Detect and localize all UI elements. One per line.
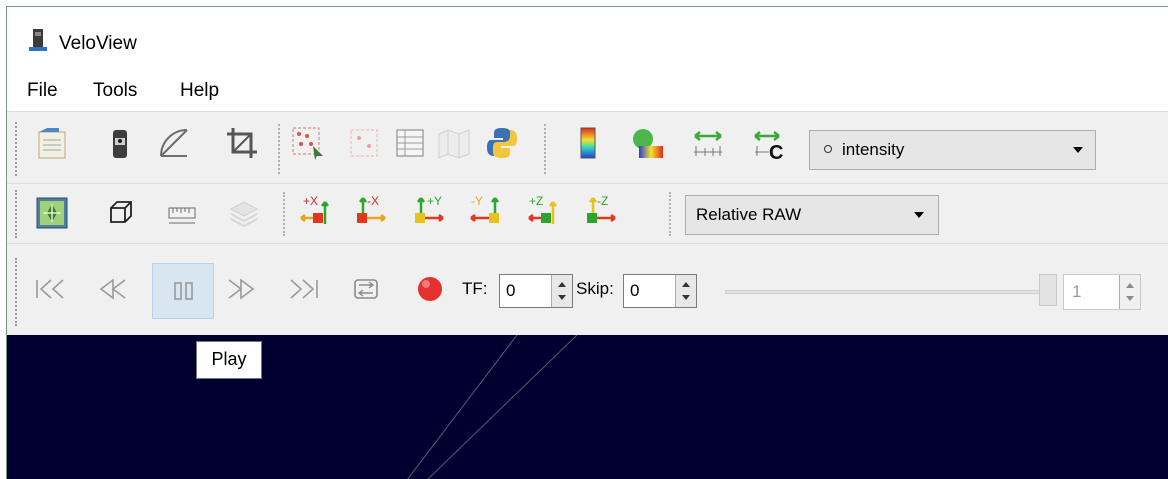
veloview-app-icon <box>29 29 47 51</box>
menu-file[interactable]: File <box>27 80 58 102</box>
measurement-tool-icon[interactable] <box>157 126 191 160</box>
rescale-custom-range-icon[interactable]: C <box>753 126 787 160</box>
up-down-arrows-icon <box>682 282 690 300</box>
select-points-icon[interactable] <box>291 126 325 160</box>
rescale-color-range-icon[interactable] <box>631 126 665 160</box>
scalar-array-combo[interactable]: intensity <box>809 130 1096 170</box>
title-bar: VeloView <box>7 7 1168 69</box>
render-viewport[interactable] <box>7 334 1168 479</box>
skip-stepper-buttons[interactable] <box>675 275 696 307</box>
axis-arrows-icon <box>300 201 329 224</box>
view-plus-z-button[interactable]: +Z <box>527 194 561 228</box>
toolbar-separator <box>283 192 289 236</box>
color-map-editor-icon[interactable] <box>571 126 605 160</box>
record-icon[interactable] <box>413 272 447 306</box>
toolbar-separator <box>278 124 284 174</box>
tf-label: TF: <box>462 279 488 298</box>
layers-icon[interactable] <box>227 196 261 230</box>
toolbar-grip[interactable] <box>15 122 21 176</box>
reset-camera-icon[interactable] <box>35 196 69 230</box>
axis-arrows-icon <box>470 197 499 223</box>
frame-stepper-buttons[interactable] <box>1119 275 1140 309</box>
main-window: VeloView File Tools Help C intensity +X … <box>6 6 1168 479</box>
seek-backward-icon[interactable] <box>95 272 129 306</box>
menu-bar: File Tools Help <box>7 75 1168 109</box>
point-cloud-lines <box>407 334 578 479</box>
python-shell-icon[interactable] <box>485 126 519 160</box>
window-title: VeloView <box>59 33 137 54</box>
seek-forward-icon[interactable] <box>225 272 259 306</box>
view-minus-x-button[interactable]: -X <box>355 194 389 228</box>
toolbar-grip[interactable] <box>15 258 21 326</box>
first-frame-icon[interactable] <box>33 272 67 306</box>
scalar-array-value: intensity <box>842 140 905 159</box>
menu-tools[interactable]: Tools <box>93 80 137 102</box>
play-button[interactable] <box>152 263 214 319</box>
tf-value: 0 <box>506 281 516 300</box>
toolbar-separator <box>669 192 675 236</box>
ruler-icon[interactable] <box>165 196 199 230</box>
menu-help[interactable]: Help <box>180 80 219 102</box>
frame-value: 1 <box>1072 282 1082 301</box>
last-frame-icon[interactable] <box>287 272 321 306</box>
view-minus-z-button[interactable]: -Z <box>585 194 619 228</box>
frame-slider-handle[interactable] <box>1039 274 1057 306</box>
frame-slider[interactable] <box>725 274 1057 306</box>
rescale-to-data-range-icon[interactable] <box>691 126 725 160</box>
skip-label: Skip: <box>576 279 614 298</box>
interpreter-mode-value: Relative RAW <box>696 205 802 224</box>
toolbar-separator <box>544 124 550 174</box>
chevron-down-icon <box>914 212 924 218</box>
view-plus-x-button[interactable]: +X <box>299 194 333 228</box>
view-minus-y-button[interactable]: -Y <box>469 194 503 228</box>
playback-toolbar: TF: 0 Skip: 0 1 <box>7 243 1168 335</box>
tf-spinbox[interactable]: 0 <box>499 274 573 308</box>
frame-spinbox[interactable]: 1 <box>1063 274 1141 310</box>
axis-arrows-icon <box>528 201 557 224</box>
map-icon[interactable] <box>437 126 471 160</box>
axis-arrows-icon <box>587 197 616 223</box>
play-tooltip: Play <box>196 341 262 379</box>
projection-cube-icon[interactable] <box>103 196 137 230</box>
toolbar-grip[interactable] <box>15 190 21 238</box>
up-down-arrows-icon <box>1126 283 1134 301</box>
view-toolbar: +X -X +Y -Y +Z -Z Relative RAW <box>7 183 1168 243</box>
open-file-icon[interactable] <box>35 126 69 160</box>
spreadsheet-icon[interactable] <box>393 126 427 160</box>
interpreter-mode-combo[interactable]: Relative RAW <box>685 195 939 235</box>
tf-stepper-buttons[interactable] <box>551 275 572 307</box>
up-down-arrows-icon <box>558 282 566 300</box>
loop-icon[interactable] <box>349 272 383 306</box>
svg-text:C: C <box>769 142 783 160</box>
axis-arrows-icon <box>357 197 386 223</box>
crop-icon[interactable] <box>225 126 259 160</box>
skip-spinbox[interactable]: 0 <box>623 274 697 308</box>
select-dual-points-icon[interactable] <box>347 126 381 160</box>
pause-icon <box>174 282 193 300</box>
chevron-down-icon <box>1073 147 1083 153</box>
frame-slider-track <box>725 290 1057 294</box>
sensor-stream-icon[interactable] <box>103 126 137 160</box>
point-icon <box>824 145 832 153</box>
skip-value: 0 <box>630 281 640 300</box>
main-toolbar: C intensity <box>7 111 1168 183</box>
axis-arrows-icon <box>415 197 444 223</box>
view-plus-y-button[interactable]: +Y <box>413 194 447 228</box>
